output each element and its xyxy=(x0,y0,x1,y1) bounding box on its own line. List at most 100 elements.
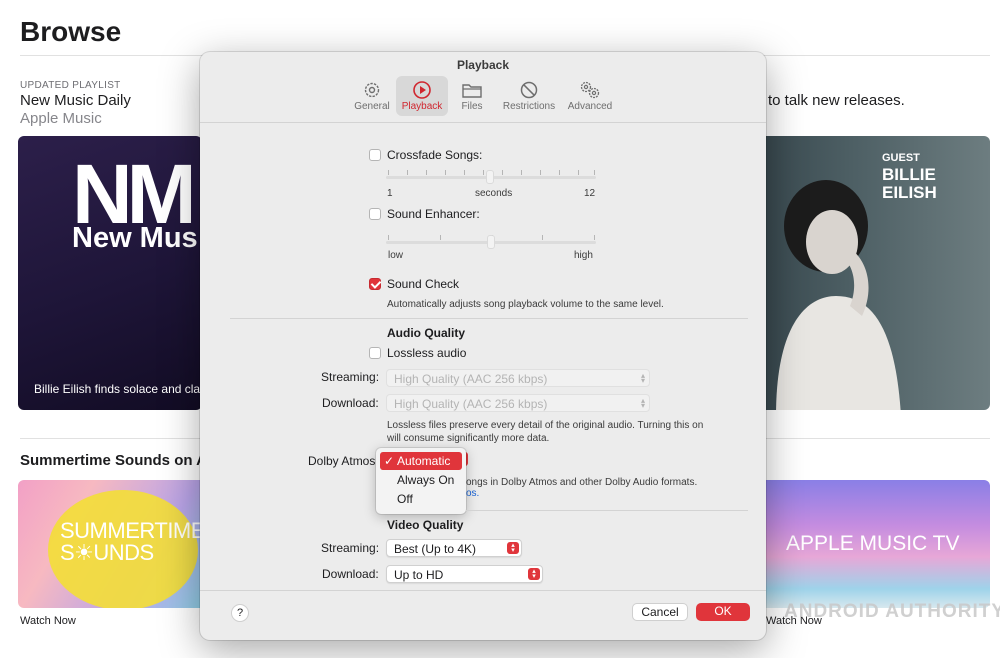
slider-tick xyxy=(426,170,427,175)
enhancer-high-label: high xyxy=(574,250,593,261)
video-streaming-select[interactable]: Best (Up to 4K) ▴ ▾ xyxy=(386,539,522,557)
preferences-window: Playback General Playback Files Restrict… xyxy=(200,52,766,640)
select-value: High Quality (AAC 256 kbps) xyxy=(394,397,548,411)
folder-icon xyxy=(462,84,482,98)
slider-tick xyxy=(388,170,389,175)
playlist-title[interactable]: New Music Daily xyxy=(20,92,131,109)
help-button[interactable]: ? xyxy=(231,604,249,622)
dolby-learn-more-link[interactable]: os. xyxy=(466,488,479,499)
slider-tick xyxy=(540,170,541,175)
tab-restrictions[interactable]: Restrictions xyxy=(498,76,560,116)
video-download-label: Download: xyxy=(322,567,379,581)
video-download-select[interactable]: Up to HD ▴ ▾ xyxy=(386,565,543,583)
tab-label: Restrictions xyxy=(502,101,556,112)
crossfade-checkbox[interactable] xyxy=(369,149,381,161)
menu-item-always-on[interactable]: Always On xyxy=(380,471,462,489)
crossfade-unit-label: seconds xyxy=(475,188,513,199)
apple-music-tv-card[interactable]: APPLE MUSIC TV xyxy=(766,480,990,608)
slider-tick xyxy=(594,235,595,240)
play-circle-icon xyxy=(413,81,431,99)
gear-icon xyxy=(364,82,380,98)
prohibited-icon xyxy=(520,81,538,99)
section-heading[interactable]: Summertime Sounds on A xyxy=(20,452,207,469)
enhancer-low-label: low xyxy=(388,250,404,261)
crossfade-slider[interactable] xyxy=(386,170,598,186)
dolby-atmos-label: Dolby Atmos: xyxy=(308,454,379,468)
tab-label: Advanced xyxy=(567,101,613,112)
slider-tick xyxy=(388,235,389,240)
audio-quality-heading: Audio Quality xyxy=(387,326,465,340)
audio-download-label: Download: xyxy=(322,396,379,410)
tab-label: Files xyxy=(461,101,483,112)
tab-general[interactable]: General xyxy=(350,76,394,116)
crossfade-slider-knob[interactable] xyxy=(486,170,494,184)
guest-name: BILLIE EILISH xyxy=(882,165,937,202)
chevron-updown-icon: ▴ ▾ xyxy=(528,568,540,580)
sound-enhancer-slider[interactable] xyxy=(386,235,598,251)
checkmark-icon: ✓ xyxy=(384,454,395,468)
preferences-toolbar: General Playback Files Restrictions Adva… xyxy=(200,74,766,122)
tab-advanced[interactable]: Advanced xyxy=(564,76,616,116)
audio-streaming-select[interactable]: High Quality (AAC 256 kbps) ▴ ▾ xyxy=(386,369,650,387)
menu-item-automatic[interactable]: ✓ Automatic xyxy=(380,452,462,470)
window-title: Playback xyxy=(456,58,510,72)
slider-tick xyxy=(521,170,522,175)
menu-item-label: Always On xyxy=(397,473,455,487)
cancel-button[interactable]: Cancel xyxy=(632,603,688,621)
slider-tick xyxy=(559,170,560,175)
tab-label: General xyxy=(354,101,390,112)
slider-tick xyxy=(445,170,446,175)
slider-tick xyxy=(594,170,595,175)
feature-description: to talk new releases. xyxy=(768,92,905,109)
watch-now-label: Watch Now xyxy=(20,615,76,627)
chevron-updown-icon: ▴ ▾ xyxy=(507,542,519,554)
crossfade-max-label: 12 xyxy=(584,188,596,199)
sound-check-label: Sound Check xyxy=(387,277,460,291)
tab-playback[interactable]: Playback xyxy=(396,76,448,116)
chevron-updown-icon: ▴ ▾ xyxy=(640,371,645,385)
ok-button[interactable]: OK xyxy=(696,603,750,621)
audio-download-select[interactable]: High Quality (AAC 256 kbps) ▴ ▾ xyxy=(386,394,650,412)
slider-tick xyxy=(542,235,543,240)
sound-enhancer-checkbox[interactable] xyxy=(369,208,381,220)
nm-title: New Mus xyxy=(72,222,198,254)
playlist-eyebrow: UPDATED PLAYLIST xyxy=(20,80,121,91)
lossless-description: Lossless files preserve every detail of … xyxy=(387,420,704,431)
slider-tick xyxy=(502,170,503,175)
footer-divider xyxy=(200,590,766,591)
apple-music-tv-text: APPLE MUSIC TV xyxy=(786,532,960,555)
sound-enhancer-slider-knob[interactable] xyxy=(487,235,495,249)
lossless-audio-checkbox[interactable] xyxy=(369,347,381,359)
slider-tick xyxy=(464,170,465,175)
video-quality-heading: Video Quality xyxy=(387,518,464,532)
lossless-audio-label: Lossless audio xyxy=(387,346,467,360)
sound-enhancer-label: Sound Enhancer: xyxy=(387,207,480,221)
lossless-description-2: will consume significantly more data. xyxy=(387,433,550,444)
audio-streaming-label: Streaming: xyxy=(321,370,380,384)
select-value: Best (Up to 4K) xyxy=(394,542,477,556)
section-divider xyxy=(466,510,748,511)
gears-icon xyxy=(580,81,600,99)
slider-tick xyxy=(483,170,484,175)
tab-label: Playback xyxy=(401,101,443,112)
summertime-card[interactable]: SUMMERTIME S☀UNDS xyxy=(18,480,202,608)
slider-tick xyxy=(578,170,579,175)
menu-item-label: Automatic xyxy=(397,454,451,468)
crossfade-min-label: 1 xyxy=(387,188,393,199)
select-value: Up to HD xyxy=(394,568,444,582)
dolby-description: ongs in Dolby Atmos and other Dolby Audi… xyxy=(466,477,698,488)
guest-card[interactable]: GUEST BILLIE EILISH xyxy=(766,136,990,410)
summertime-text: SUMMERTIME S☀UNDS xyxy=(60,518,202,565)
slider-tick xyxy=(407,170,408,175)
toolbar-divider xyxy=(200,122,766,123)
menu-item-off[interactable]: Off xyxy=(380,490,462,508)
watermark: ANDROID AUTHORITY xyxy=(784,601,1000,622)
dolby-atmos-menu: ✓ Automatic Always On Off xyxy=(376,448,466,514)
chevron-updown-icon: ▴ ▾ xyxy=(640,396,645,410)
video-streaming-label: Streaming: xyxy=(321,541,380,555)
browse-title: Browse xyxy=(20,16,122,47)
sound-check-checkbox[interactable] xyxy=(369,278,381,290)
sound-check-description: Automatically adjusts song playback volu… xyxy=(387,299,664,310)
tab-files[interactable]: Files xyxy=(452,76,492,116)
new-music-card[interactable]: NM New Mus Billie Eilish finds solace an… xyxy=(18,136,202,410)
